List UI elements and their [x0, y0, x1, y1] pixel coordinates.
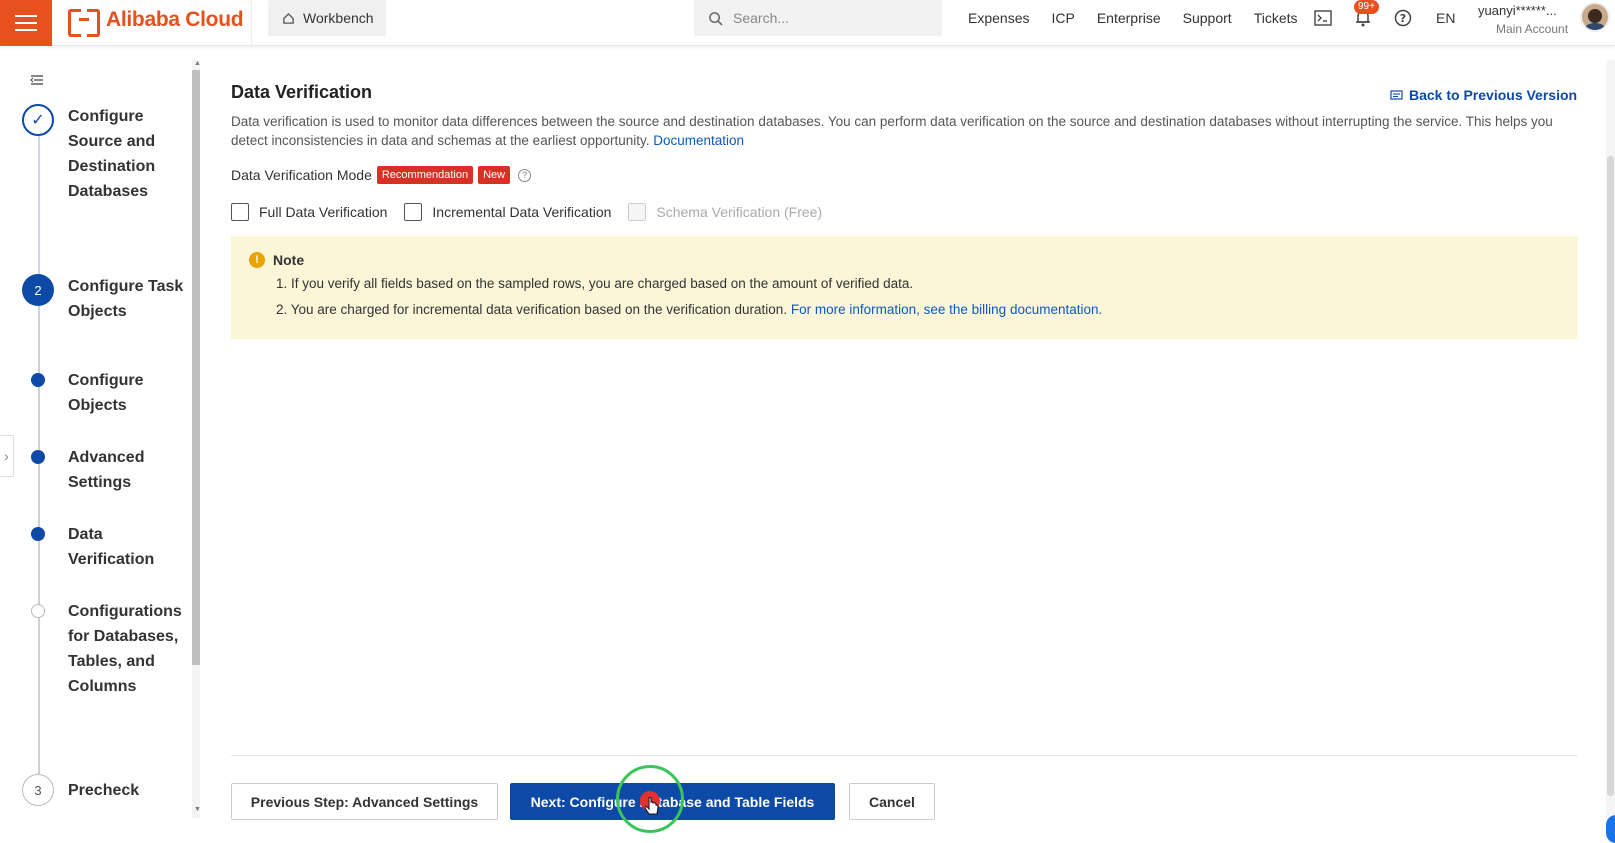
step-connector: [38, 386, 40, 804]
help-icon[interactable]: ?: [1392, 7, 1414, 29]
svg-text:?: ?: [1400, 12, 1406, 25]
scroll-down-icon[interactable]: ▼: [194, 806, 201, 813]
recommendation-tag: Recommendation: [376, 166, 474, 184]
search-placeholder: Search...: [733, 10, 790, 26]
check-icon: ✓: [22, 104, 54, 136]
wizard-steps-panel: ✓ Configure Source and Destination Datab…: [0, 56, 194, 816]
collapse-steps-icon[interactable]: [30, 74, 44, 86]
nav-support[interactable]: Support: [1183, 10, 1232, 26]
step-label: Configurations for Databases, Tables, an…: [68, 603, 182, 695]
note-item-text: 2. You are charged for incremental data …: [276, 302, 788, 317]
divider: [251, 0, 252, 46]
checkbox-label: Incremental Data Verification: [432, 204, 612, 220]
checkbox-box[interactable]: [231, 203, 249, 221]
search-icon: [709, 11, 723, 26]
substep-dot: [31, 450, 45, 464]
expand-panel-handle[interactable]: ›: [0, 435, 14, 477]
schema-verification-checkbox: Schema Verification (Free): [628, 203, 822, 221]
account-menu[interactable]: yuanyi******... Main Account: [1478, 2, 1568, 38]
scroll-up-icon[interactable]: ▲: [194, 60, 201, 67]
back-to-previous-version-link[interactable]: Back to Previous Version: [1390, 87, 1577, 103]
billing-documentation-link[interactable]: For more information, see the billing do…: [791, 302, 1102, 317]
steps-scrollbar[interactable]: [192, 60, 200, 818]
back-link-label: Back to Previous Version: [1409, 87, 1578, 103]
chevron-right-icon: ›: [4, 448, 9, 464]
nav-tickets[interactable]: Tickets: [1254, 10, 1298, 26]
substep-dot: [31, 373, 45, 387]
warning-icon: !: [249, 252, 265, 268]
workbench-label: Workbench: [303, 10, 374, 26]
footer-divider: [231, 755, 1578, 756]
substep-dot: [31, 527, 45, 541]
logo-icon: [68, 9, 100, 37]
username: yuanyi******...: [1478, 3, 1557, 18]
hand-cursor-icon: [644, 797, 659, 815]
checkbox-box[interactable]: [404, 203, 423, 221]
account-type: Main Account: [1496, 22, 1569, 36]
home-icon: [283, 12, 294, 24]
description-text: Data verification is used to monitor dat…: [231, 114, 1553, 148]
incremental-data-verification-checkbox[interactable]: Incremental Data Verification: [404, 203, 611, 221]
step-number: 2: [22, 274, 54, 306]
step-label: Data Verification: [68, 526, 155, 568]
verification-options: Full Data Verification Incremental Data …: [231, 203, 839, 221]
terminal-icon[interactable]: [1312, 7, 1334, 29]
note-header: ! Note: [249, 252, 304, 268]
page-scrollbar[interactable]: [1606, 60, 1615, 820]
full-data-verification-checkbox[interactable]: Full Data Verification: [231, 203, 387, 221]
substep-dot: [31, 604, 45, 618]
step-connector: [38, 314, 40, 374]
billing-note: ! Note 1. If you verify all fields based…: [231, 236, 1578, 339]
cancel-button[interactable]: Cancel: [849, 783, 935, 820]
nav-enterprise[interactable]: Enterprise: [1097, 10, 1161, 26]
question-icon[interactable]: ?: [518, 168, 532, 182]
step-label: Configure Objects: [68, 372, 144, 414]
version-icon: [1390, 89, 1403, 100]
step-label: Advanced Settings: [68, 449, 145, 491]
checkbox-label: Schema Verification (Free): [656, 204, 823, 220]
note-item: 1. If you verify all fields based on the…: [276, 276, 914, 291]
search-input[interactable]: Search...: [694, 0, 942, 36]
nav-expenses[interactable]: Expenses: [968, 10, 1029, 26]
previous-step-button[interactable]: Previous Step: Advanced Settings: [231, 783, 498, 820]
checkbox-label: Full Data Verification: [259, 204, 388, 220]
mode-label: Data Verification Mode: [231, 167, 372, 183]
page-description: Data verification is used to monitor dat…: [231, 112, 1561, 150]
alibaba-cloud-logo[interactable]: Alibaba Cloud: [68, 8, 244, 37]
scrollbar-thumb[interactable]: [192, 70, 200, 665]
scrollbar-thumb[interactable]: [1607, 156, 1614, 796]
page-title: Data Verification: [231, 82, 373, 102]
note-title: Note: [273, 252, 305, 268]
new-tag: New: [478, 166, 511, 184]
verification-mode-row: Data Verification Mode Recommendation Ne…: [231, 166, 532, 184]
step-label: Configure Source and Destination Databas…: [68, 108, 156, 200]
note-item: 2. You are charged for incremental data …: [276, 302, 1102, 317]
step-label: Configure Task Objects: [68, 278, 184, 320]
nav-icp[interactable]: ICP: [1051, 10, 1074, 26]
top-navigation-bar: Alibaba Cloud Workbench Search... Expens…: [0, 0, 1615, 46]
avatar[interactable]: [1580, 2, 1610, 32]
notification-badge: 99+: [1354, 0, 1379, 14]
documentation-link[interactable]: Documentation: [653, 133, 744, 148]
menu-icon[interactable]: [0, 0, 52, 46]
workbench-button[interactable]: Workbench: [268, 0, 386, 36]
checkbox-box: [628, 203, 647, 221]
language-switcher[interactable]: EN: [1436, 10, 1455, 26]
step-label: Precheck: [68, 782, 140, 799]
brand-name: Alibaba Cloud: [106, 8, 244, 31]
top-nav-links: Expenses ICP Enterprise Support Tickets: [968, 0, 1298, 36]
step-number: 3: [22, 774, 54, 806]
